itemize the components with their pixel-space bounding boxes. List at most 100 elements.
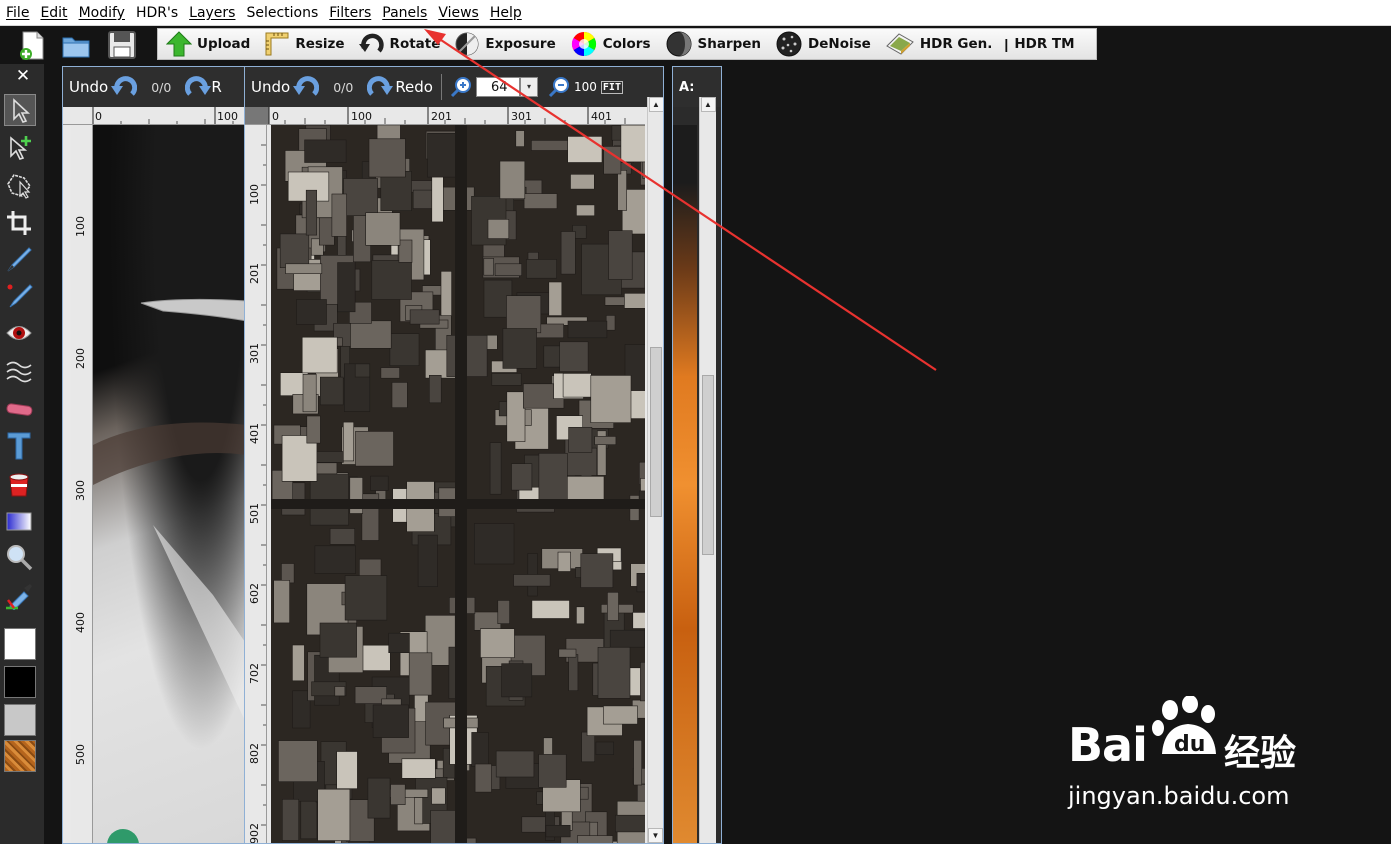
colors-button[interactable]: Colors — [562, 29, 657, 59]
menu-hdrs[interactable]: HDR's — [134, 0, 187, 26]
zoom-out-icon[interactable] — [548, 76, 570, 98]
redo-arrow-icon[interactable] — [367, 74, 394, 100]
upload-arrow-icon — [166, 31, 192, 57]
gradient-icon — [6, 512, 32, 531]
paw-logo-icon: du — [1152, 696, 1216, 757]
doc2-ruler-top: 0 100 201 301 401 — [245, 107, 645, 125]
zoom-dropdown-chevron-icon[interactable]: ▾ — [520, 77, 538, 97]
lasso-tool[interactable] — [4, 170, 36, 202]
doc2-scrollbar[interactable]: ▲ ▼ — [647, 97, 663, 843]
doc2-scroll-down-arrow[interactable]: ▼ — [648, 828, 663, 843]
baidu-jingyan-watermark: du Bai 经验 jingyan.baidu.com — [1068, 696, 1328, 816]
zoom-tool[interactable] — [4, 542, 36, 574]
menu-modify[interactable]: Modify — [77, 0, 134, 26]
doc1-photo-canvas[interactable] — [93, 125, 245, 843]
eraser-tool[interactable] — [4, 394, 36, 426]
menu-file[interactable]: File — [4, 0, 38, 26]
doc2-scroll-thumb[interactable] — [650, 347, 662, 517]
hdr-tm-button[interactable]: HDR TM — [1014, 29, 1080, 59]
folder-icon — [62, 37, 90, 58]
doc2-ruler-top-label: 301 — [511, 110, 532, 123]
rotate-button[interactable]: Rotate — [351, 29, 447, 59]
menu-filters[interactable]: Filters — [327, 0, 380, 26]
zoom-100-button[interactable]: 100 — [574, 80, 597, 94]
filter-toolbar-strip: Upload Resize Rotate Exposure Colors Sha… — [157, 28, 1097, 60]
hdr-gen-button[interactable]: HDR Gen. — [877, 29, 999, 59]
doc2-ruler-left-label: 501 — [248, 503, 261, 524]
grey-color-swatch[interactable] — [4, 704, 36, 736]
palette-close-button[interactable]: ✕ — [13, 66, 33, 86]
texture-swatch[interactable] — [4, 740, 36, 772]
document-window-1: Undo 0/0 R 0 100 100 200 300 400 500 — [62, 66, 246, 844]
color-picker-tool[interactable] — [4, 580, 36, 612]
doc2-ruler-top-label: 100 — [351, 110, 372, 123]
menu-views[interactable]: Views — [436, 0, 488, 26]
background-color-swatch[interactable] — [4, 666, 36, 698]
select-tool[interactable] — [4, 94, 36, 126]
doc3-scroll-up-arrow[interactable]: ▲ — [700, 97, 716, 112]
denoise-button[interactable]: DeNoise — [767, 29, 877, 59]
upload-button[interactable]: Upload — [158, 29, 256, 59]
exposure-button[interactable]: Exposure — [446, 29, 561, 59]
doc2-redo-button[interactable]: Redo — [393, 78, 441, 96]
rotate-icon — [358, 33, 384, 53]
doc1-redo-label[interactable]: R — [211, 78, 224, 96]
foreground-color-swatch[interactable] — [4, 628, 36, 660]
eye-icon — [6, 326, 32, 340]
gradient-tool[interactable] — [4, 506, 36, 538]
doc1-ruler-top-label: 100 — [217, 110, 238, 123]
doc1-ruler-left-label: 300 — [74, 480, 87, 501]
new-file-button[interactable] — [16, 29, 48, 61]
doc1-photo — [93, 298, 245, 843]
doc2-photo-canvas[interactable] — [271, 125, 645, 843]
doc2-ruler-top-label: 201 — [431, 110, 452, 123]
doc1-undo-button[interactable]: Undo — [69, 78, 111, 96]
watermark-brand: Bai — [1068, 718, 1148, 772]
add-select-tool[interactable] — [4, 132, 36, 164]
crop-tool[interactable] — [4, 208, 36, 240]
text-tool[interactable] — [4, 430, 36, 462]
brush-tool[interactable] — [4, 244, 36, 276]
doc3-photo-canvas[interactable] — [673, 125, 697, 843]
menu-edit[interactable]: Edit — [38, 0, 76, 26]
menu-panels[interactable]: Panels — [380, 0, 436, 26]
redo-arrow-icon[interactable] — [185, 74, 212, 100]
menu-help[interactable]: Help — [488, 0, 531, 26]
doc2-ruler-left-label: 702 — [248, 663, 261, 684]
doc2-scroll-up-arrow[interactable]: ▲ — [648, 97, 663, 112]
hdr-gen-label: HDR Gen. — [919, 36, 993, 52]
open-file-button[interactable] — [60, 29, 92, 61]
zoom-in-icon[interactable] — [450, 76, 472, 98]
doc2-ruler-left: 100 201 301 401 501 602 702 802 902 — [245, 125, 267, 844]
doc2-ruler-left-label: 602 — [248, 583, 261, 604]
sharpen-button[interactable]: Sharpen — [657, 29, 768, 59]
menu-selections[interactable]: Selections — [244, 0, 327, 26]
hdr-photos-icon — [885, 33, 914, 55]
doc2-zoom-field: ▾ — [476, 77, 538, 97]
menu-layers[interactable]: Layers — [187, 0, 244, 26]
dot-brush-tool[interactable] — [4, 280, 36, 312]
hdr-tm-label: HDR TM — [1014, 36, 1075, 52]
zoom-value-input[interactable] — [476, 77, 520, 97]
doc1-history-count: 0/0 — [151, 79, 172, 95]
undo-arrow-icon[interactable] — [111, 74, 138, 100]
save-file-button[interactable] — [106, 29, 138, 61]
red-eye-tool[interactable] — [4, 318, 36, 350]
doc2-undo-button[interactable]: Undo — [251, 78, 293, 96]
resize-label: Resize — [295, 36, 345, 52]
smudge-tool[interactable] — [4, 356, 36, 388]
doc2-ruler-left-label: 301 — [248, 343, 261, 364]
menu-bar: File Edit Modify HDR's Layers Selections… — [0, 0, 1391, 26]
zoom-fit-button[interactable]: FIT — [600, 80, 623, 94]
sharpen-icon — [666, 31, 691, 57]
fill-tool[interactable] — [4, 468, 36, 500]
doc3-scrollbar[interactable]: ▲ — [699, 97, 716, 843]
svg-text:du: du — [1174, 732, 1205, 757]
doc1-toolbar: Undo 0/0 R — [63, 67, 245, 107]
resize-button[interactable]: Resize — [256, 29, 350, 59]
undo-arrow-icon[interactable] — [293, 74, 320, 100]
doc2-ruler-left-label: 902 — [248, 823, 261, 844]
doc2-ruler-left-label: 401 — [248, 423, 261, 444]
doc3-scroll-thumb[interactable] — [702, 375, 714, 555]
crop-icon — [7, 211, 31, 235]
